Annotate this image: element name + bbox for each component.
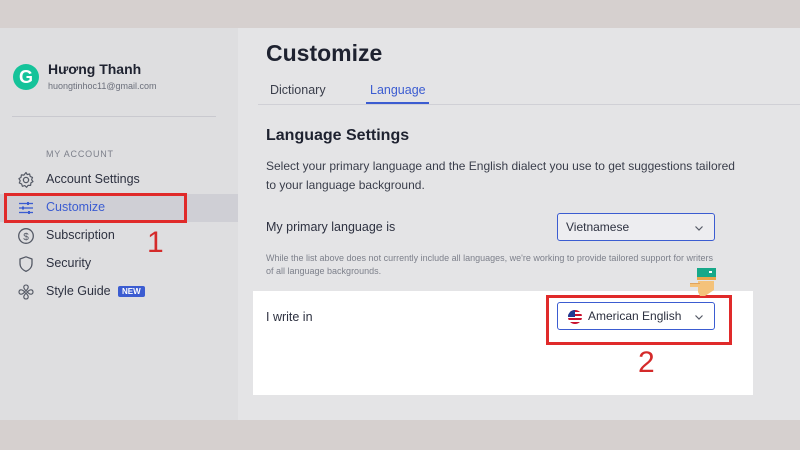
sidebar-divider: [12, 116, 216, 117]
language-note: While the list above does not currently …: [266, 253, 713, 276]
annotation-highlight-customize: [4, 193, 187, 223]
sidebar-item-security[interactable]: Security: [0, 250, 238, 278]
chevron-down-icon: [695, 226, 703, 231]
sidebar-item-label: Subscription: [46, 228, 115, 242]
pointing-hand-icon: [690, 268, 716, 296]
sidebar-item-account-settings[interactable]: Account Settings: [0, 166, 238, 194]
section-description: Select your primary language and the Eng…: [266, 159, 735, 192]
tab-dictionary[interactable]: Dictionary: [270, 83, 326, 97]
section-title: Language Settings: [266, 127, 410, 144]
avatar[interactable]: G: [13, 64, 39, 90]
new-badge: NEW: [118, 286, 145, 297]
tabs-divider: [258, 104, 800, 105]
user-name: Hương Thanh: [48, 61, 142, 77]
svg-text:$: $: [23, 232, 29, 243]
primary-language-value: Vietnamese: [566, 220, 630, 234]
sidebar-item-label: Security: [46, 256, 92, 270]
tab-language[interactable]: Language: [370, 83, 426, 97]
sidebar-item-subscription[interactable]: $ Subscription: [0, 222, 238, 250]
gear-icon: [18, 171, 34, 188]
user-email: huongtinhoc11@gmail.com: [48, 81, 157, 91]
sidebar-item-style-guide[interactable]: Style Guide NEW: [0, 278, 238, 306]
annotation-step-1: 1: [147, 226, 164, 259]
shield-icon: [19, 256, 33, 273]
style-guide-icon: [18, 284, 34, 300]
sidebar-item-label: Style Guide: [46, 284, 111, 298]
annotation-step-2: 2: [638, 346, 655, 379]
write-in-label: I write in: [266, 310, 313, 324]
section-label-my-account: MY ACCOUNT: [46, 149, 114, 159]
annotation-highlight-write-in: [546, 295, 732, 345]
sidebar-item-label: Account Settings: [46, 172, 140, 186]
primary-language-select[interactable]: Vietnamese: [557, 213, 715, 241]
active-tab-indicator: [366, 102, 429, 104]
page-title: Customize: [266, 40, 383, 66]
primary-language-label: My primary language is: [266, 220, 396, 234]
dollar-icon: $: [18, 228, 34, 244]
